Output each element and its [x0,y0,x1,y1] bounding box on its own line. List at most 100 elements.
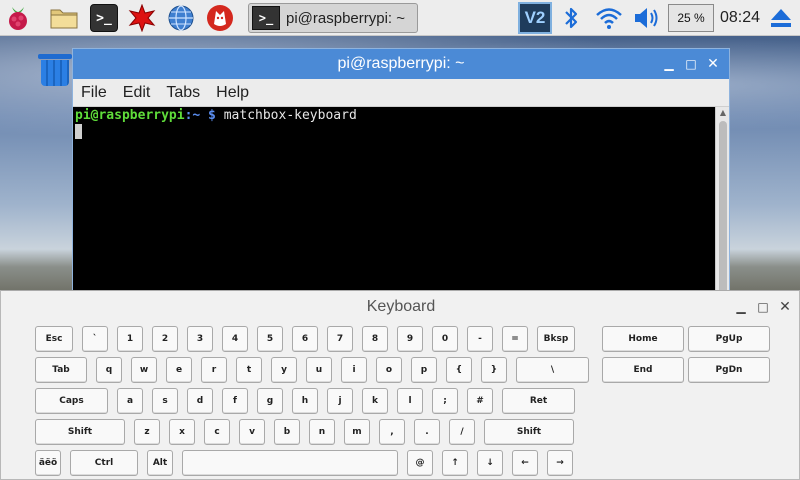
key-symbol[interactable]: = [502,326,528,352]
key-m[interactable]: m [344,419,370,445]
wolfram-icon[interactable] [206,4,234,32]
trash-icon[interactable] [38,52,72,86]
menu-help[interactable]: Help [216,84,249,102]
menu-edit[interactable]: Edit [123,84,151,102]
mathematica-icon[interactable] [128,4,156,32]
key-b[interactable]: b [274,419,300,445]
key-z[interactable]: z [134,419,160,445]
minimize-icon[interactable]: ▁ [661,56,677,72]
key-symbol[interactable]: { [446,357,472,383]
key-3[interactable]: 3 [187,326,213,352]
volume-icon[interactable] [632,6,662,30]
key-f[interactable]: f [222,388,248,414]
key-k[interactable]: k [362,388,388,414]
panel-clock[interactable]: 08:24 [718,0,762,36]
key-i[interactable]: i [341,357,367,383]
key-a[interactable]: a [117,388,143,414]
eject-icon[interactable] [768,6,794,30]
wifi-icon[interactable] [594,4,624,32]
key-symbol[interactable]: ← [512,450,538,476]
key-e[interactable]: e [166,357,192,383]
key-symbol[interactable]: . [414,419,440,445]
key-l[interactable]: l [397,388,423,414]
key-w[interactable]: w [131,357,157,383]
key-symbol[interactable]: @ [407,450,433,476]
key-o[interactable]: o [376,357,402,383]
key-space[interactable] [182,450,398,476]
vnc-icon[interactable]: V2 [518,2,552,34]
key-u[interactable]: u [306,357,332,383]
key-6[interactable]: 6 [292,326,318,352]
key-shift[interactable]: Shift [35,419,125,445]
menu-tabs[interactable]: Tabs [166,84,200,102]
terminal-launcher-icon[interactable]: >_ [90,4,118,32]
key-shift[interactable]: Shift [484,419,574,445]
key-4[interactable]: 4 [222,326,248,352]
keyboard-title[interactable]: Keyboard [1,291,800,323]
key-0[interactable]: 0 [432,326,458,352]
key-symbol[interactable]: - [467,326,493,352]
key-8[interactable]: 8 [362,326,388,352]
key-n[interactable]: n [309,419,335,445]
key-2[interactable]: 2 [152,326,178,352]
key-symbol[interactable]: ` [82,326,108,352]
key-pgdn[interactable]: PgDn [688,357,770,383]
scroll-up-icon[interactable]: ▲ [716,107,730,119]
key-alt[interactable]: Alt [147,450,173,476]
bluetooth-icon[interactable] [560,4,582,32]
key-p[interactable]: p [411,357,437,383]
key-symbol[interactable]: äëö [35,450,61,476]
terminal-window: pi@raspberrypi: ~ ▁ □ ✕ File Edit Tabs H… [72,48,730,298]
key-symbol[interactable]: ↑ [442,450,468,476]
key-symbol[interactable]: , [379,419,405,445]
key-bksp[interactable]: Bksp [537,326,575,352]
terminal-scrollbar[interactable]: ▲ [715,107,729,297]
key-symbol[interactable]: } [481,357,507,383]
key-5[interactable]: 5 [257,326,283,352]
key-r[interactable]: r [201,357,227,383]
key-s[interactable]: s [152,388,178,414]
terminal-output[interactable]: pi@raspberrypi:~ $ matchbox-keyboard [73,107,715,297]
key-end[interactable]: End [602,357,684,383]
maximize-icon[interactable]: □ [683,56,699,72]
key-tab[interactable]: Tab [35,357,87,383]
key-symbol[interactable]: ; [432,388,458,414]
taskbar-terminal-button[interactable]: >_ pi@raspberrypi: ~ [248,3,418,33]
key-h[interactable]: h [292,388,318,414]
raspberry-menu-icon[interactable] [4,4,32,32]
key-g[interactable]: g [257,388,283,414]
terminal-titlebar[interactable]: pi@raspberrypi: ~ ▁ □ ✕ [73,49,729,79]
web-browser-icon[interactable] [167,4,195,32]
key-7[interactable]: 7 [327,326,353,352]
key-d[interactable]: d [187,388,213,414]
keyboard-close-icon[interactable]: ✕ [777,299,793,315]
trash-lid [38,54,72,59]
key-y[interactable]: y [271,357,297,383]
key-q[interactable]: q [96,357,122,383]
key-symbol[interactable]: ↓ [477,450,503,476]
key-t[interactable]: t [236,357,262,383]
close-icon[interactable]: ✕ [705,56,721,72]
file-manager-icon[interactable] [50,4,78,32]
key-home[interactable]: Home [602,326,684,352]
key-symbol[interactable]: # [467,388,493,414]
prompt-path: :~ $ [184,108,224,123]
key-symbol[interactable]: → [547,450,573,476]
key-ctrl[interactable]: Ctrl [70,450,138,476]
key-esc[interactable]: Esc [35,326,73,352]
keyboard-maximize-icon[interactable]: □ [755,299,771,315]
key-ret[interactable]: Ret [502,388,575,414]
key-v[interactable]: v [239,419,265,445]
key-caps[interactable]: Caps [35,388,108,414]
key-c[interactable]: c [204,419,230,445]
key-9[interactable]: 9 [397,326,423,352]
keyboard-minimize-icon[interactable]: ▁ [733,299,749,315]
key-1[interactable]: 1 [117,326,143,352]
menu-file[interactable]: File [81,84,107,102]
key-symbol[interactable]: / [449,419,475,445]
scrollbar-thumb[interactable] [719,121,727,297]
key-j[interactable]: j [327,388,353,414]
key-symbol[interactable]: \ [516,357,589,383]
key-x[interactable]: x [169,419,195,445]
key-pgup[interactable]: PgUp [688,326,770,352]
